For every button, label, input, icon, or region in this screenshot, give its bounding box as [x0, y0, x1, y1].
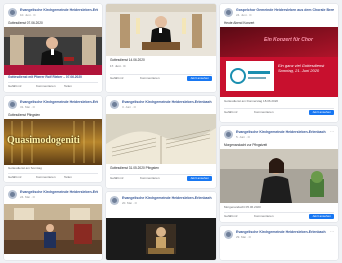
more-options-icon[interactable]: ··· [94, 100, 98, 104]
page-avatar[interactable] [224, 130, 233, 139]
post-caption: Gottesdienst 14.06.2020 [110, 58, 145, 62]
share-button[interactable]: Teilen [64, 175, 72, 180]
post-header: Evangelische Kirchgemeinde Heidersleben-… [110, 196, 212, 208]
more-options-icon[interactable]: ··· [208, 100, 212, 104]
page-name-link[interactable]: Evangelische Kirchgemeinde Heidersleben-… [122, 196, 212, 200]
post-card: Evangelische Kirchgemeinde Heidersleben-… [220, 126, 338, 222]
like-button[interactable]: Gefällt mir [110, 176, 124, 181]
page-name-link[interactable]: Evangelische Kirchgemeinde Heidersleben-… [20, 190, 98, 194]
like-button[interactable]: Gefällt mir [224, 110, 238, 115]
post-card: Evangelische Kirchgemeinde Heidersleben-… [106, 192, 216, 260]
post-card: Evangelische Kirchgemeinde Heidersleben-… [220, 226, 338, 260]
page-name-link[interactable]: Gospelchor Gemeinde Heidersleben aus dem… [236, 8, 334, 12]
event-image[interactable]: Ein Konzert für Chor Ein ganz viel Gotte… [220, 27, 338, 97]
post-timestamp[interactable]: 24. Mai · ⊙ [20, 195, 98, 199]
comment-button[interactable]: Kommentieren [254, 214, 274, 219]
post-actions: Gefällt mir Kommentieren Jetzt ansehen [224, 108, 334, 116]
page-name-link[interactable]: Evangelische Kirchgemeinde Heidersleben-… [122, 100, 212, 104]
post-card: Evangelische Kirchgemeinde Heidersleben-… [106, 96, 216, 188]
post-timestamp[interactable]: 20. Mai · ⊙ [122, 201, 212, 205]
like-button[interactable]: Gefällt mir [8, 175, 22, 180]
like-button[interactable]: Gefällt mir [224, 214, 238, 219]
watch-now-button[interactable]: Jetzt ansehen [187, 76, 212, 81]
post-footer-text: Gottesdienst am Sonntag [8, 166, 42, 170]
post-actions: Gefällt mir Kommentieren Teilen [8, 82, 98, 90]
post-caption: Gottesdienst 07.06.2020 [8, 21, 43, 25]
video-thumbnail[interactable] [4, 27, 102, 75]
post-caption: Heute Abend Konzert [224, 21, 255, 25]
page-name-link[interactable]: Evangelische Kirchgemeinde Heidersleben-… [20, 8, 98, 12]
post-footer-text: Morgenandacht 05.06.2020 [224, 205, 261, 209]
post-timestamp[interactable]: 24. Juni · ⊙ [236, 13, 334, 17]
video-thumbnail[interactable] [220, 149, 338, 203]
video-thumbnail[interactable] [106, 218, 216, 260]
post-header: Evangelische Kirchgemeinde Heidersleben-… [8, 100, 98, 112]
post-caption: Gottesdienst Pfingsten [8, 113, 41, 117]
post-actions: Gefällt mir Kommentieren Jetzt ansehen [110, 74, 212, 82]
post-timestamp[interactable]: 10. Juni · ⊙ [20, 13, 98, 17]
event-headline: Ein Konzert für Chor [264, 37, 313, 43]
post-footer-text: Gottesdienst am Donnerstag 18.06.2020 [224, 99, 279, 103]
video-thumbnail[interactable]: Quasimodogeniti [4, 119, 102, 165]
page-avatar[interactable] [110, 196, 119, 205]
more-options-icon[interactable]: ··· [208, 196, 212, 200]
event-text: Ein ganz viel Gottesdienst Sonntag, 21. … [278, 63, 325, 73]
post-timestamp[interactable]: 3. Juni · ⊙ [122, 105, 212, 109]
page-avatar[interactable] [8, 190, 17, 199]
post-card: Evangelische Kirchgemeinde Heidersleben-… [4, 4, 102, 92]
comment-button[interactable]: Kommentieren [36, 175, 56, 180]
post-caption: Morgenandacht zur Pfingstzeit [224, 143, 268, 147]
page-avatar[interactable] [224, 230, 233, 239]
comment-button[interactable]: Kommentieren [140, 76, 160, 81]
more-options-icon[interactable]: ··· [330, 230, 334, 234]
post-timestamp[interactable]: 31. Mai · ⊙ [20, 105, 98, 109]
more-options-icon[interactable]: ··· [330, 8, 334, 12]
page-avatar[interactable] [110, 100, 119, 109]
more-options-icon[interactable]: ··· [94, 8, 98, 12]
more-options-icon[interactable]: ··· [94, 190, 98, 194]
post-header: Evangelische Kirchgemeinde Heidersleben-… [224, 230, 334, 242]
post-card: Evangelische Kirchgemeinde Heidersleben-… [4, 186, 102, 260]
comment-button[interactable]: Kommentieren [36, 84, 56, 89]
post-header: Evangelische Kirchgemeinde Heidersleben-… [8, 190, 98, 202]
post-actions: Gefällt mir Kommentieren Jetzt ansehen [224, 212, 334, 220]
comment-button[interactable]: Kommentieren [254, 110, 274, 115]
page-name-link[interactable]: Evangelische Kirchgemeinde Heidersleben-… [236, 130, 334, 134]
post-header: Evangelische Kirchgemeinde Heidersleben-… [110, 100, 212, 112]
watch-now-button[interactable]: Jetzt ansehen [309, 110, 334, 115]
post-header: Evangelische Kirchgemeinde Heidersleben-… [8, 8, 98, 20]
post-card: Evangelische Kirchgemeinde Heidersleben-… [4, 96, 102, 182]
comment-button[interactable]: Kommentieren [140, 176, 160, 181]
like-button[interactable]: Gefällt mir [110, 76, 124, 81]
post-timestamp[interactable]: 5. Juni · ⊙ [236, 135, 334, 139]
page-name-link[interactable]: Evangelische Kirchgemeinde Heidersleben-… [236, 230, 334, 234]
post-header: Gospelchor Gemeinde Heidersleben aus dem… [224, 8, 334, 20]
post-caption: Gottesdienst 31.05.2020 Pfingsten [110, 166, 159, 170]
post-card: Gottesdienst 14.06.2020 17. Juni · ⊙ Gef… [106, 4, 216, 92]
post-header: Evangelische Kirchgemeinde Heidersleben-… [224, 130, 334, 142]
page-avatar[interactable] [8, 100, 17, 109]
video-title-overlay: Quasimodogeniti [7, 135, 80, 146]
page-name-link[interactable]: Evangelische Kirchgemeinde Heidersleben-… [20, 100, 98, 104]
video-headline[interactable]: Gottesdienst mit Pfarrer Rolf Rieber – 0… [8, 75, 98, 79]
post-actions: Gefällt mir Kommentieren Jetzt ansehen [110, 174, 212, 182]
more-options-icon[interactable]: ··· [330, 130, 334, 134]
share-button[interactable]: Teilen [64, 84, 72, 89]
video-thumbnail[interactable] [4, 204, 102, 254]
like-button[interactable]: Gefällt mir [8, 84, 22, 89]
post-timestamp[interactable]: 29. Mai · ⊙ [236, 235, 334, 239]
page-avatar[interactable] [8, 8, 17, 17]
video-thumbnail[interactable] [106, 114, 216, 164]
post-card: Gospelchor Gemeinde Heidersleben aus dem… [220, 4, 338, 122]
page-avatar[interactable] [224, 8, 233, 17]
post-timestamp: 17. Juni · ⊙ [110, 64, 126, 68]
watch-now-button[interactable]: Jetzt ansehen [309, 214, 334, 219]
video-thumbnail[interactable] [106, 4, 216, 56]
post-actions: Gefällt mir Kommentieren Teilen [8, 173, 98, 181]
watch-now-button[interactable]: Jetzt ansehen [187, 176, 212, 181]
